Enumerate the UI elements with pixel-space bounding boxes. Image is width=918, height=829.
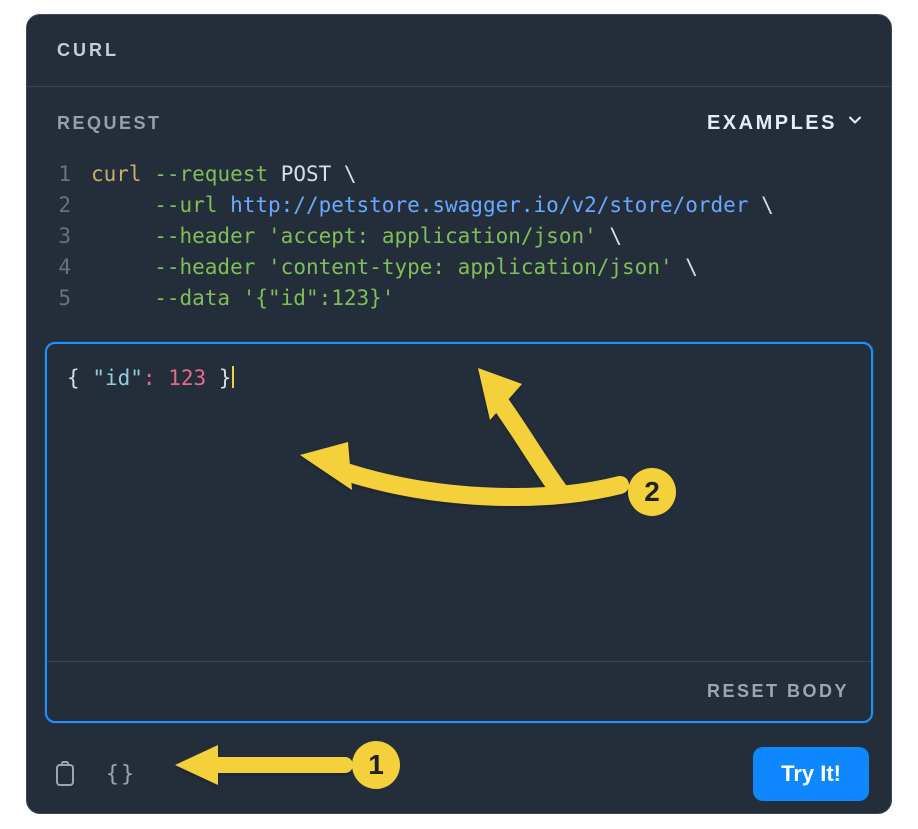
- line-number: 5: [27, 283, 91, 314]
- line-number: 1: [27, 159, 91, 190]
- examples-dropdown[interactable]: EXAMPLES: [707, 110, 865, 136]
- language-selector-header[interactable]: CURL: [27, 15, 891, 87]
- body-toggle-icon[interactable]: {}: [105, 758, 137, 790]
- request-subheader: REQUEST EXAMPLES: [27, 87, 891, 159]
- code-line: 5 --data '{"id":123}': [27, 283, 891, 314]
- line-number: 2: [27, 190, 91, 221]
- code-line: 1 curl --request POST \: [27, 159, 891, 190]
- copy-icon[interactable]: [49, 758, 81, 790]
- text-caret: [232, 366, 234, 388]
- body-editor[interactable]: { "id": 123 }: [47, 344, 871, 661]
- language-label: CURL: [57, 40, 119, 61]
- reset-body-button[interactable]: RESET BODY: [707, 681, 849, 702]
- body-editor-footer: RESET BODY: [47, 661, 871, 721]
- line-number: 4: [27, 252, 91, 283]
- code-line: 2 --url http://petstore.swagger.io/v2/st…: [27, 190, 891, 221]
- chevron-down-icon: [845, 110, 865, 136]
- try-it-button[interactable]: Try It!: [753, 747, 869, 801]
- code-line: 3 --header 'accept: application/json' \: [27, 221, 891, 252]
- api-explorer-panel: CURL REQUEST EXAMPLES 1 curl --request P…: [26, 14, 892, 814]
- chevron-down-icon: [839, 37, 861, 64]
- code-line: 4 --header 'content-type: application/js…: [27, 252, 891, 283]
- request-label: REQUEST: [57, 113, 162, 134]
- code-snippet: 1 curl --request POST \ 2 --url http://p…: [27, 159, 891, 342]
- examples-label: EXAMPLES: [707, 112, 837, 135]
- bottom-toolbar: {} Try It!: [27, 735, 891, 813]
- line-number: 3: [27, 221, 91, 252]
- body-editor-container: { "id": 123 } RESET BODY: [45, 342, 873, 723]
